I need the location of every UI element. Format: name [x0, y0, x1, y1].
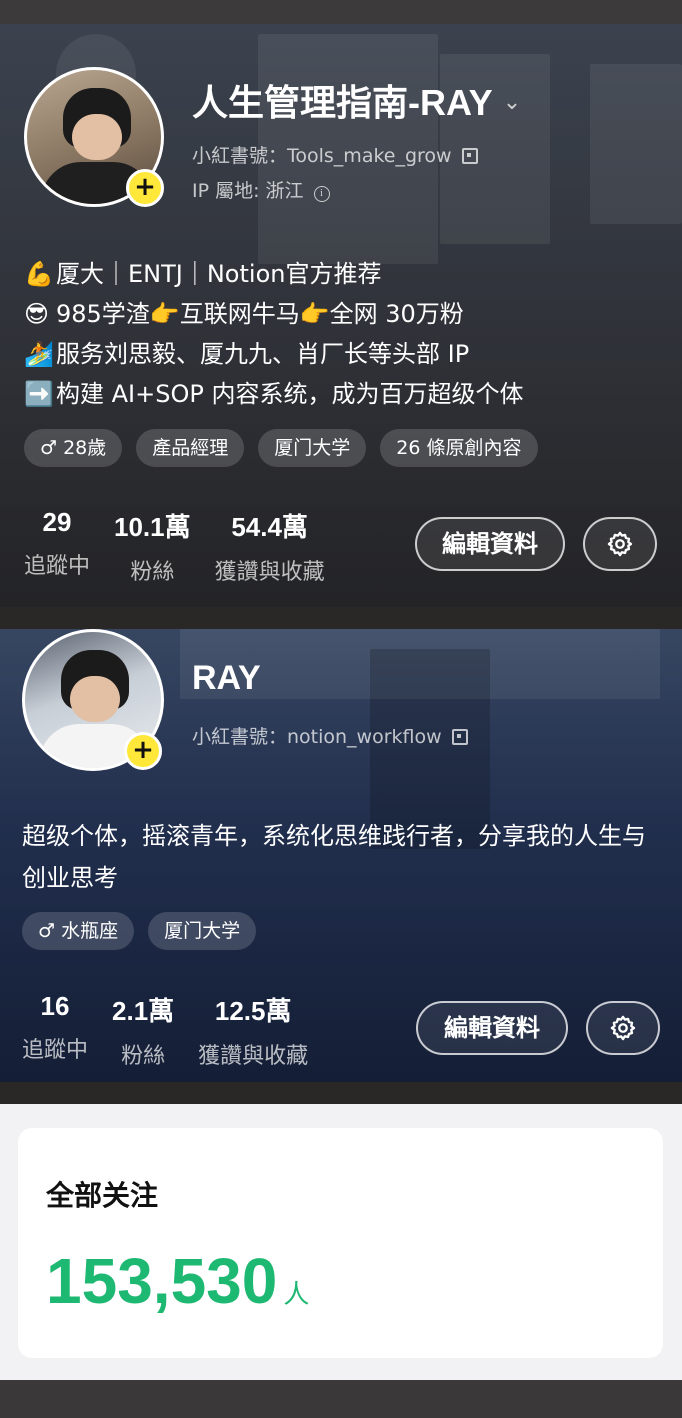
- stat-likes-collects[interactable]: 54.4萬獲讚與收藏: [215, 507, 325, 586]
- bottom-bar: [0, 1380, 682, 1418]
- stat-label: 獲讚與收藏: [198, 1044, 309, 1069]
- chevron-down-icon[interactable]: ⌄: [503, 89, 521, 115]
- tag-list: ♂ 28歲 產品經理 厦门大学 26 條原創內容: [24, 429, 538, 467]
- plus-icon[interactable]: +: [124, 732, 162, 770]
- stat-followers[interactable]: 2.1萬粉絲: [112, 991, 174, 1070]
- profile-name[interactable]: 人生管理指南-RAY ⌄: [192, 74, 521, 126]
- stats-row: 16 追蹤中 2.1萬粉絲 12.5萬獲讚與收藏: [22, 991, 332, 1070]
- stat-label: 獲讚與收藏: [214, 560, 325, 585]
- qr-code-icon[interactable]: [451, 729, 468, 745]
- tag-zodiac[interactable]: ♂ 水瓶座: [22, 912, 135, 950]
- bio-text: 构建 AI+SOP 内容系统，成为百万超级个体: [56, 380, 524, 408]
- stat-number: 29: [42, 507, 72, 537]
- settings-button[interactable]: [586, 1001, 660, 1055]
- stat-following[interactable]: 29 追蹤中: [24, 507, 90, 586]
- tag-list: ♂ 水瓶座 厦门大学: [22, 912, 257, 950]
- bio-text: 服务刘思毅、厦九九、肖厂长等头部 IP: [56, 340, 470, 368]
- top-bar: [0, 0, 682, 24]
- tag-school[interactable]: 厦门大学: [148, 912, 257, 950]
- qr-code-icon[interactable]: [461, 148, 478, 164]
- profile-card-2: + RAY 小紅書號：notion_workflow 超级个体，摇滚青年，系统化…: [0, 629, 682, 1082]
- stat-label: 追蹤中: [24, 554, 91, 579]
- stat-label: 粉絲: [121, 1044, 166, 1069]
- tag-occupation[interactable]: 產品經理: [136, 429, 245, 467]
- divider: [0, 607, 682, 629]
- profile-id: 小紅書號：notion_workflow: [192, 722, 468, 749]
- profile-id-text: 小紅書號：notion_workflow: [192, 726, 442, 748]
- stat-number: 54.4萬: [231, 512, 308, 542]
- edit-profile-button[interactable]: 編輯資料: [415, 517, 565, 571]
- bio-line: ➡️构建 AI+SOP 内容系统，成为百万超级个体: [24, 374, 523, 409]
- stat-number: 12.5萬: [214, 996, 292, 1026]
- stat-followers[interactable]: 10.1萬粉絲: [114, 507, 191, 586]
- profile-card-1: + 人生管理指南-RAY ⌄ 小紅書號：Tools_make_grow IP 屬地…: [0, 24, 682, 607]
- sunglasses-face-icon: 😎: [24, 300, 50, 328]
- bio-line: 💪厦大｜ENTJ｜Notion官方推荐: [24, 254, 381, 289]
- bio-line: 😎 985学渣👉互联网牛马👉全网 30万粉: [24, 294, 464, 329]
- right-arrow-icon: ➡️: [24, 380, 54, 408]
- profile-name-text: 人生管理指南-RAY: [192, 82, 493, 123]
- total-count: 153,530 人: [46, 1244, 309, 1318]
- stat-label: 追蹤中: [22, 1038, 89, 1063]
- total-count-unit: 人: [283, 1279, 310, 1309]
- divider: [0, 1082, 682, 1104]
- stat-following[interactable]: 16 追蹤中: [22, 991, 88, 1070]
- profile-id-text: 小紅書號：Tools_make_grow: [192, 145, 452, 167]
- bio-text: 厦大｜ENTJ｜Notion官方推荐: [56, 260, 382, 288]
- bio-line: 🏄服务刘思毅、厦九九、肖厂长等头部 IP: [24, 334, 469, 369]
- avatar-face: [72, 114, 122, 160]
- profile-id: 小紅書號：Tools_make_grow: [192, 141, 478, 168]
- bio-text: 超级个体，摇滚青年，系统化思维践行者，分享我的人生与创业思考: [22, 822, 646, 892]
- stat-number: 10.1萬: [114, 512, 191, 542]
- settings-button[interactable]: [583, 517, 657, 571]
- stat-number: 16: [40, 991, 70, 1021]
- surfer-icon: 🏄: [24, 340, 54, 368]
- tag-school[interactable]: 厦门大学: [258, 429, 367, 467]
- bio-text: 985学渣👉互联网牛马👉全网 30万粉: [56, 300, 464, 328]
- edit-profile-button[interactable]: 編輯資料: [416, 1001, 568, 1055]
- tag-age[interactable]: ♂ 28歲: [24, 429, 123, 467]
- profile-name[interactable]: RAY: [192, 659, 261, 698]
- card-title: 全部关注: [46, 1179, 159, 1212]
- total-count-number: 153,530: [46, 1245, 278, 1317]
- tag-original-content[interactable]: 26 條原創內容: [380, 429, 538, 467]
- stat-likes-collects[interactable]: 12.5萬獲讚與收藏: [198, 991, 308, 1070]
- total-follow-card: 全部关注 153,530 人: [18, 1128, 663, 1358]
- ip-location-text: IP 屬地: 浙江: [192, 180, 304, 202]
- stat-number: 2.1萬: [112, 996, 175, 1026]
- flexed-bicep-icon: 💪: [24, 260, 54, 288]
- stats-row: 29 追蹤中 10.1萬粉絲 54.4萬獲讚與收藏: [24, 507, 349, 586]
- info-icon[interactable]: i: [313, 186, 330, 202]
- ip-location: IP 屬地: 浙江 i: [192, 176, 330, 203]
- avatar-face: [70, 676, 120, 722]
- gear-icon: [610, 1015, 636, 1041]
- gear-icon: [607, 531, 633, 557]
- plus-icon[interactable]: +: [126, 169, 164, 207]
- stat-label: 粉絲: [130, 560, 175, 585]
